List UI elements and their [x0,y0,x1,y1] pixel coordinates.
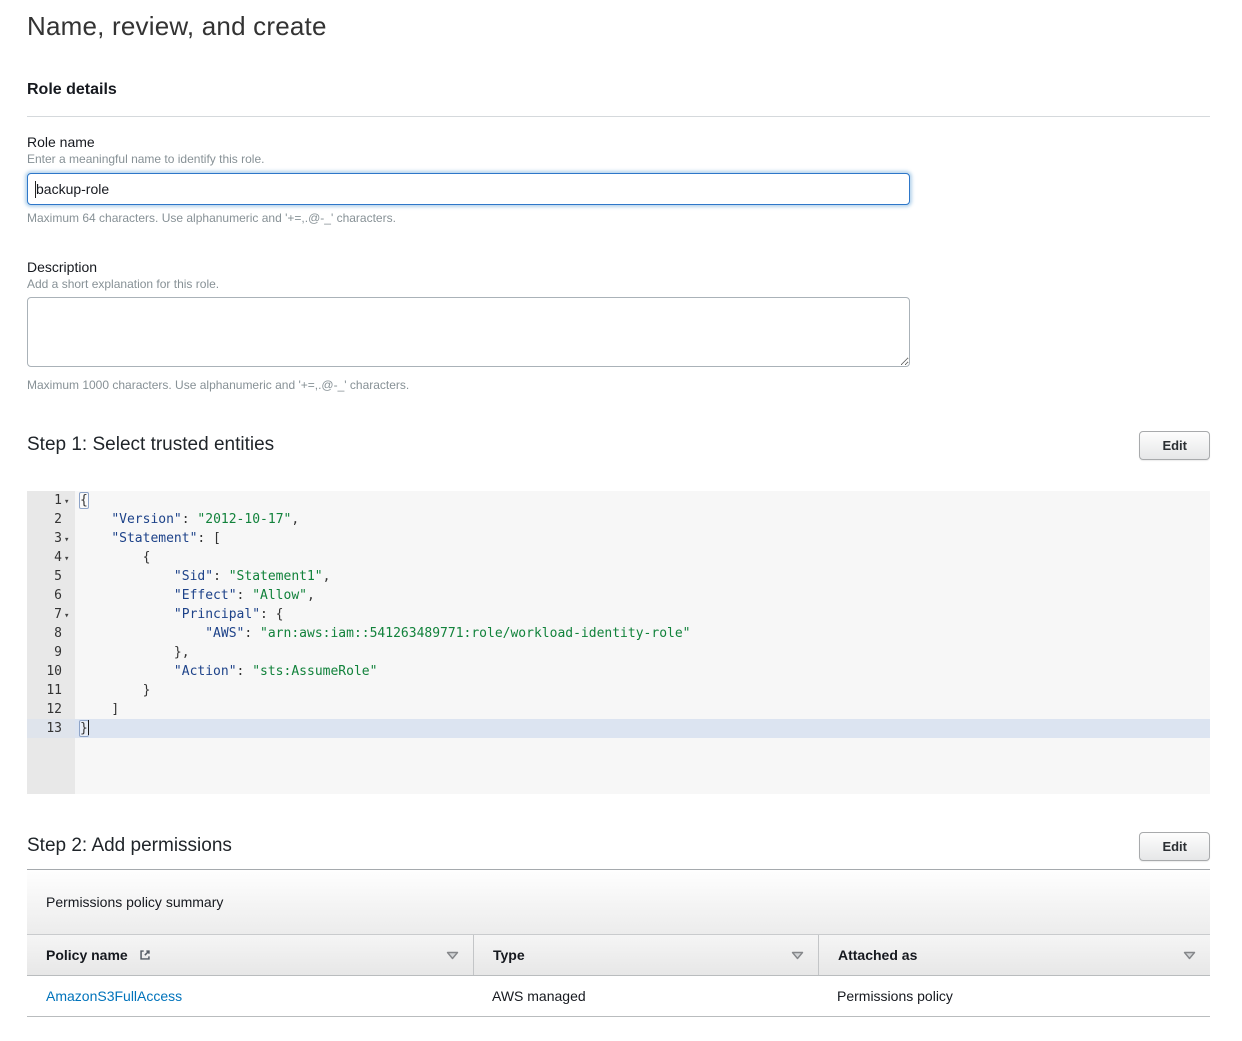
table-row: AmazonS3FullAccess AWS managedPermissions… [27,976,1210,1017]
column-header-policy-name: Policy name [27,935,473,975]
line-number: 12 [46,702,62,717]
column-header-label: Type [493,947,525,963]
editor-code-line[interactable]: "Version": "2012-10-17", [75,510,1210,529]
editor-line[interactable]: 4▾ { [27,548,1210,567]
step1-edit-button[interactable]: Edit [1139,431,1210,460]
role-name-constraint: Maximum 64 characters. Use alphanumeric … [27,211,1210,225]
filter-dropdown-icon[interactable] [791,951,804,960]
editor-line[interactable]: 6 "Effect": "Allow", [27,586,1210,605]
editor-caret [88,720,89,735]
editor-code-line[interactable]: } [75,681,1210,700]
column-header-attached-as: Attached as [818,935,1210,975]
editor-gutter-cell: 6 [27,586,75,605]
permissions-table-body: AmazonS3FullAccess AWS managedPermissions… [27,976,1210,1017]
editor-gutter-cell: 10 [27,662,75,681]
editor-code-line[interactable]: "Principal": { [75,605,1210,624]
editor-line[interactable]: 11 } [27,681,1210,700]
editor-gutter-cell: 8 [27,624,75,643]
page-title: Name, review, and create [27,8,1210,44]
editor-code-line[interactable]: "AWS": "arn:aws:iam::541263489771:role/w… [75,624,1210,643]
step2-edit-button[interactable]: Edit [1139,832,1210,861]
fold-arrow-icon[interactable]: ▾ [64,535,69,545]
step1-heading: Step 1: Select trusted entities [27,430,274,460]
step1-header-row: Step 1: Select trusted entities Edit [27,430,1210,460]
column-header-label: Attached as [838,947,917,963]
column-header-label: Policy name [46,947,128,963]
line-number: 8 [54,626,62,641]
trust-policy-editor[interactable]: 1▾{2 "Version": "2012-10-17",3▾ "Stateme… [27,491,1210,794]
role-name-input-wrap [27,173,910,205]
line-number: 3 [54,531,62,546]
editor-gutter-filler [27,738,75,794]
editor-code-line[interactable]: "Action": "sts:AssumeRole" [75,662,1210,681]
column-header-type: Type [473,935,818,975]
attached-as-cell: Permissions policy [818,976,1210,1016]
editor-line[interactable]: 10 "Action": "sts:AssumeRole" [27,662,1210,681]
editor-gutter-cell: 3▾ [27,529,75,548]
divider [27,116,1210,117]
editor-code-line[interactable]: "Effect": "Allow", [75,586,1210,605]
policy-name-link[interactable]: AmazonS3FullAccess [46,988,182,1004]
editor-gutter-cell: 12 [27,700,75,719]
role-name-input[interactable] [27,173,910,205]
fold-arrow-icon[interactable]: ▾ [64,554,69,564]
editor-empty-area[interactable] [75,738,1210,794]
editor-line[interactable]: 2 "Version": "2012-10-17", [27,510,1210,529]
editor-line[interactable]: 5 "Sid": "Statement1", [27,567,1210,586]
editor-code-line[interactable]: "Sid": "Statement1", [75,567,1210,586]
role-name-help: Enter a meaningful name to identify this… [27,152,1210,167]
permissions-table-header: Policy name Type Attached as [27,934,1210,976]
line-number: 4 [54,550,62,565]
page: Name, review, and create Role details Ro… [0,0,1242,1041]
editor-line[interactable]: 8 "AWS": "arn:aws:iam::541263489771:role… [27,624,1210,643]
line-number: 10 [46,664,62,679]
permissions-summary-title: Permissions policy summary [27,870,1210,934]
line-number: 2 [54,512,62,527]
editor-gutter-cell: 9 [27,643,75,662]
editor-code-line[interactable]: { [75,548,1210,567]
line-number: 13 [46,721,62,736]
policy-name-cell: AmazonS3FullAccess [27,976,473,1016]
description-textarea[interactable] [27,297,910,367]
description-label: Description [27,259,1210,276]
editor-code-line[interactable]: } [75,719,1210,738]
line-number: 7 [54,607,62,622]
editor-line[interactable]: 9 }, [27,643,1210,662]
editor-code-line[interactable]: "Statement": [ [75,529,1210,548]
line-number: 9 [54,645,62,660]
filter-dropdown-icon[interactable] [1183,951,1196,960]
editor-gutter-cell: 11 [27,681,75,700]
editor-code-line[interactable]: }, [75,643,1210,662]
filter-dropdown-icon[interactable] [446,951,459,960]
editor-gutter-cell: 1▾ [27,491,75,510]
role-name-label: Role name [27,134,1210,151]
editor-line[interactable]: 12 ] [27,700,1210,719]
line-number: 11 [46,683,62,698]
permissions-summary-panel: Permissions policy summary Policy name Ty… [27,870,1210,1017]
policy-type-cell: AWS managed [473,976,818,1016]
description-constraint: Maximum 1000 characters. Use alphanumeri… [27,378,1210,392]
editor-gutter-cell: 4▾ [27,548,75,567]
editor-line[interactable]: 3▾ "Statement": [ [27,529,1210,548]
line-number: 6 [54,588,62,603]
line-number: 1 [54,493,62,508]
editor-line[interactable]: 13} [27,719,1210,738]
description-help: Add a short explanation for this role. [27,277,1210,292]
fold-arrow-icon[interactable]: ▾ [64,497,69,507]
line-number: 5 [54,569,62,584]
editor-code-line[interactable]: { [75,491,1210,510]
editor-gutter-cell: 7▾ [27,605,75,624]
editor-line[interactable]: 7▾ "Principal": { [27,605,1210,624]
role-details-heading: Role details [27,80,1210,100]
step2-header-row: Step 2: Add permissions Edit [27,831,1210,861]
editor-gutter-cell: 5 [27,567,75,586]
editor-gutter-cell: 13 [27,719,75,738]
editor-gutter-cell: 2 [27,510,75,529]
step2-heading: Step 2: Add permissions [27,831,232,861]
fold-arrow-icon[interactable]: ▾ [64,611,69,621]
permissions-table: Policy name Type Attached as AmazonS3FullA… [27,934,1210,1017]
editor-line[interactable]: 1▾{ [27,491,1210,510]
editor-code-line[interactable]: ] [75,700,1210,719]
external-link-icon [138,948,152,962]
